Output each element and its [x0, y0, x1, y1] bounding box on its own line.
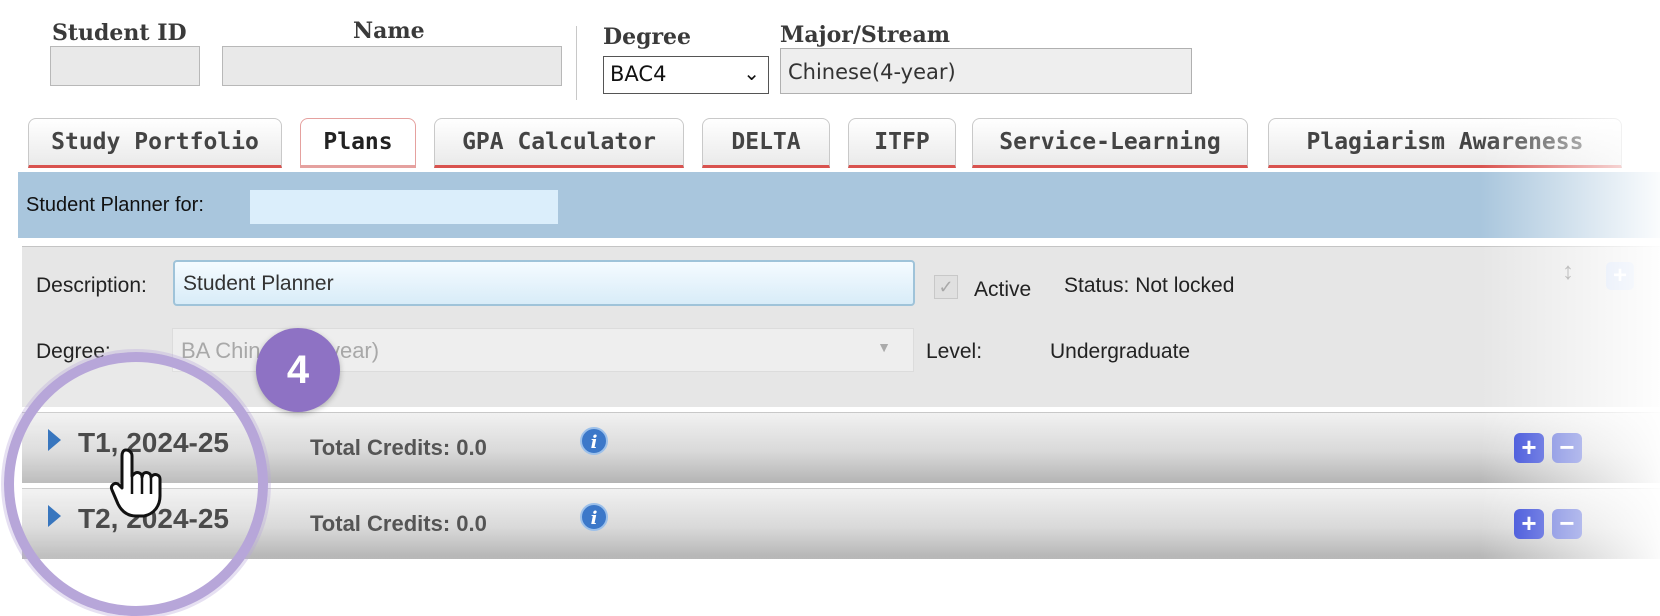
term-row[interactable]: T2, 2024-25 Total Credits: 0.0 i + − — [22, 488, 1660, 559]
name-label: Name — [353, 18, 425, 44]
term-total-credits: Total Credits: 0.0 — [310, 435, 487, 460]
app-window: Student ID Name Degree BAC4 ⌄ Major/Stre… — [0, 0, 1660, 616]
hand-pointer-icon — [110, 448, 162, 518]
student-planner-label: Student Planner for: — [26, 194, 204, 216]
add-course-button[interactable]: + — [1514, 433, 1544, 463]
student-planner-name — [250, 190, 558, 224]
tab-gpa-calculator[interactable]: GPA Calculator — [434, 118, 684, 168]
plus-icon[interactable]: + — [1606, 262, 1634, 290]
term-row[interactable]: T1, 2024-25 Total Credits: 0.0 i + − — [22, 412, 1660, 483]
description-input[interactable]: Student Planner — [173, 260, 915, 306]
tab-itfp[interactable]: ITFP — [848, 118, 956, 168]
major-field[interactable]: Chinese(4-year) — [780, 48, 1192, 94]
degree-select[interactable]: BAC4 ⌄ — [603, 56, 769, 94]
info-icon[interactable]: i — [580, 427, 608, 455]
tab-plagiarism-awareness[interactable]: Plagiarism Awareness — [1268, 118, 1622, 168]
term-total-credits: Total Credits: 0.0 — [310, 511, 487, 536]
student-id-field[interactable] — [50, 46, 200, 86]
chevron-down-icon: ▼ — [877, 339, 891, 355]
student-id-label: Student ID — [52, 20, 187, 46]
tab-delta[interactable]: DELTA — [702, 118, 830, 168]
step-badge: 4 — [256, 328, 340, 412]
tab-study-portfolio[interactable]: Study Portfolio — [28, 118, 282, 168]
expand-icon[interactable]: ↕ — [1562, 258, 1574, 286]
checkbox-checked-icon[interactable]: ✓ — [934, 275, 958, 299]
major-label: Major/Stream — [780, 22, 951, 48]
header-divider — [576, 26, 577, 100]
edge-fade — [0, 556, 1660, 616]
tab-service-learning[interactable]: Service-Learning — [972, 118, 1248, 168]
degree-select-value: BAC4 — [610, 62, 667, 86]
level-label: Level: — [926, 340, 983, 363]
remove-course-button[interactable]: − — [1552, 433, 1582, 463]
description-label: Description: — [36, 274, 147, 297]
level-value: Undergraduate — [1050, 340, 1191, 363]
info-icon[interactable]: i — [580, 503, 608, 531]
remove-course-button[interactable]: − — [1552, 509, 1582, 539]
active-label: Active — [974, 278, 1032, 301]
chevron-down-icon: ⌄ — [743, 61, 760, 85]
student-planner-header: Student Planner for: — [18, 172, 1660, 238]
degree-label: Degree — [603, 24, 692, 50]
tab-plans[interactable]: Plans — [300, 118, 416, 168]
status-text: Status: Not locked — [1064, 274, 1235, 297]
name-field[interactable] — [222, 46, 562, 86]
add-course-button[interactable]: + — [1514, 509, 1544, 539]
